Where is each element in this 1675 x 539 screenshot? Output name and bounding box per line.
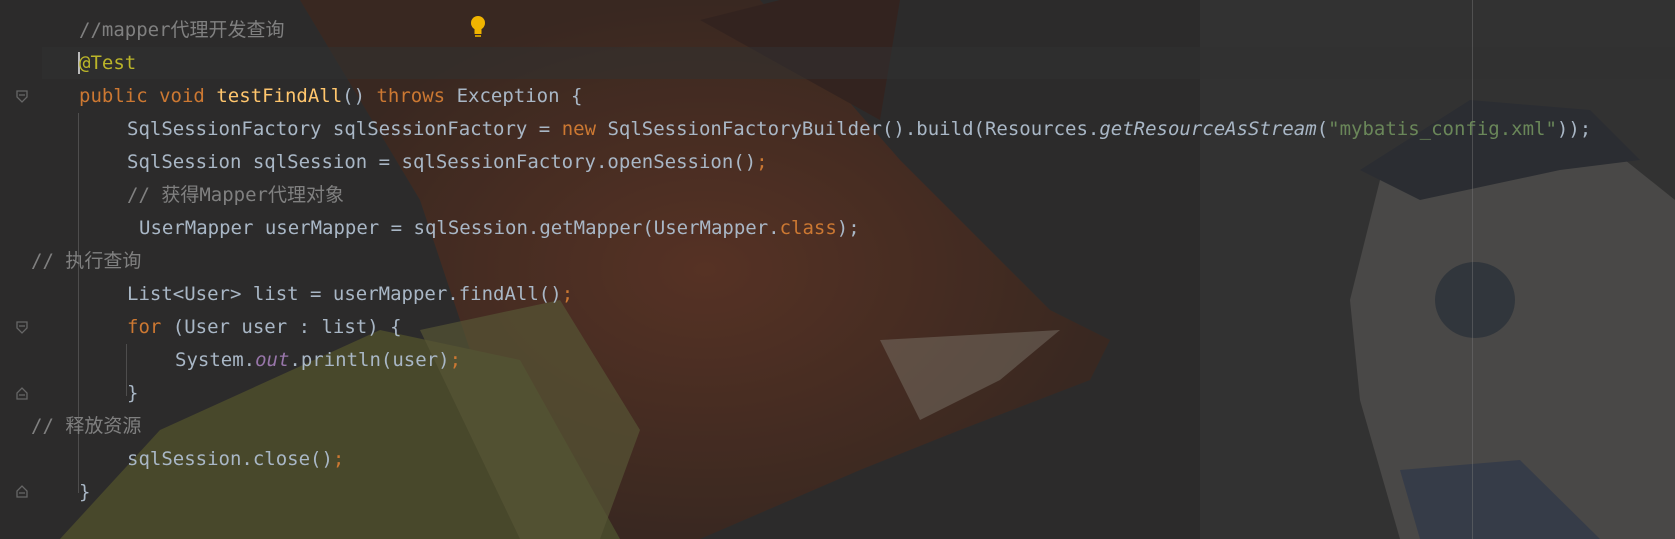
lightbulb-icon[interactable]	[470, 14, 486, 40]
code-text: ()	[342, 85, 377, 107]
code-text: SqlSession sqlSession = sqlSessionFactor…	[127, 151, 757, 173]
code-text: }	[79, 481, 91, 503]
comment: // 获得Mapper代理对象	[127, 184, 344, 206]
code-line[interactable]: //mapper代理开发查询	[79, 14, 285, 47]
code-text: (User user : list) {	[161, 316, 402, 338]
code-line[interactable]: System.out.println(user);	[175, 344, 461, 377]
code-text: ));	[1556, 118, 1592, 140]
fold-icon[interactable]	[16, 321, 28, 335]
keyword: public	[79, 85, 148, 107]
keyword: throws	[376, 85, 446, 107]
static-field: out	[255, 349, 290, 371]
code-text: System.	[175, 349, 256, 371]
code-text: Exception {	[445, 85, 583, 107]
code-line[interactable]: }	[127, 377, 138, 410]
code-text: }	[127, 382, 139, 404]
static-method: getResourceAsStream	[1099, 118, 1317, 140]
code-text: );	[836, 217, 860, 239]
semicolon: ;	[561, 283, 574, 305]
code-line[interactable]: // 释放资源	[31, 410, 141, 443]
code-text: .println(user)	[289, 349, 450, 371]
code-text: UserMapper userMapper = sqlSession.getMa…	[139, 217, 780, 239]
code-line[interactable]: }	[79, 476, 90, 509]
code-text: SqlSessionFactory sqlSessionFactory =	[127, 118, 562, 140]
code-line[interactable]: @Test	[79, 47, 136, 80]
code-line[interactable]: List<User> list = userMapper.findAll();	[127, 278, 573, 311]
semicolon: ;	[332, 448, 345, 470]
code-line[interactable]: for (User user : list) {	[127, 311, 402, 344]
keyword: void	[159, 85, 205, 107]
fold-end-icon[interactable]	[16, 484, 28, 498]
fold-icon[interactable]	[16, 90, 28, 104]
code-line[interactable]: SqlSessionFactory sqlSessionFactory = ne…	[127, 113, 1591, 146]
code-line[interactable]: sqlSession.close();	[127, 443, 344, 476]
code-line[interactable]: // 获得Mapper代理对象	[127, 179, 344, 212]
method-name: testFindAll	[216, 85, 343, 107]
current-line-highlight	[42, 47, 1675, 79]
keyword: for	[127, 316, 162, 338]
semicolon: ;	[449, 349, 462, 371]
code-text: SqlSessionFactoryBuilder().build(Resourc…	[596, 118, 1100, 140]
fold-end-icon[interactable]	[16, 386, 28, 400]
keyword: class	[779, 217, 837, 239]
semicolon: ;	[756, 151, 768, 173]
code-line[interactable]: SqlSession sqlSession = sqlSessionFactor…	[127, 146, 768, 179]
code-line[interactable]: UserMapper userMapper = sqlSession.getMa…	[139, 212, 860, 245]
code-text: List<User> list = userMapper.findAll()	[127, 283, 562, 305]
keyword: new	[561, 118, 597, 140]
comment: // 释放资源	[31, 415, 142, 437]
string-literal: "mybatis_config.xml"	[1328, 118, 1557, 140]
code-line[interactable]: public void testFindAll() throws Excepti…	[79, 80, 582, 113]
annotation: @Test	[79, 52, 137, 74]
code-text: (	[1316, 118, 1329, 140]
code-text: sqlSession.close()	[127, 448, 333, 470]
right-margin-guide	[1472, 0, 1473, 539]
comment: // 执行查询	[31, 250, 142, 272]
code-line[interactable]: // 执行查询	[31, 245, 141, 278]
comment: //mapper代理开发查询	[79, 19, 285, 41]
